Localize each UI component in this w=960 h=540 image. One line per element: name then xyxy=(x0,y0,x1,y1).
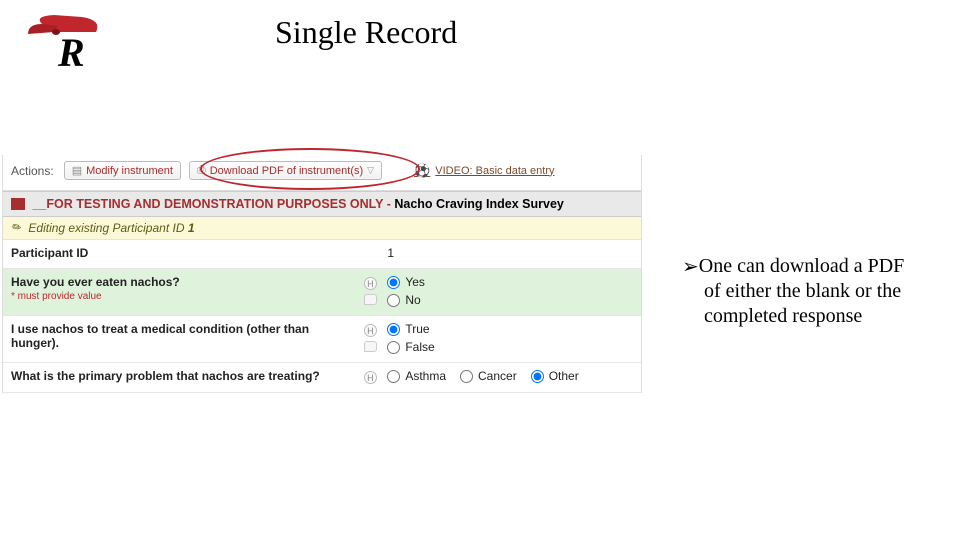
editing-id: 1 xyxy=(188,221,195,235)
chevron-down-icon: ▽ xyxy=(367,165,374,176)
radio-input[interactable] xyxy=(387,294,400,307)
form-header: __FOR TESTING AND DEMONSTRATION PURPOSES… xyxy=(3,191,641,217)
question-label: I use nachos to treat a medical conditio… xyxy=(11,322,359,350)
note-line-3: completed response xyxy=(704,305,862,327)
download-pdf-button[interactable]: ⎙ Download PDF of instrument(s) ▽ xyxy=(189,161,382,180)
status-bar-icon xyxy=(11,198,25,210)
radio-label: Other xyxy=(549,369,579,383)
question-label: What is the primary problem that nachos … xyxy=(11,369,359,383)
comment-icon[interactable] xyxy=(364,294,377,305)
button-text: Modify instrument xyxy=(86,165,173,177)
history-icon[interactable]: H xyxy=(364,277,377,290)
history-icon[interactable]: H xyxy=(364,371,377,384)
radio-true[interactable]: True xyxy=(387,322,633,336)
radio-label: Yes xyxy=(405,275,425,289)
radio-other[interactable]: Other xyxy=(531,369,579,383)
radio-input[interactable] xyxy=(531,370,544,383)
radio-input[interactable] xyxy=(387,276,400,289)
bullet-arrow-icon: ➢ xyxy=(682,255,699,280)
radio-cancer[interactable]: Cancer xyxy=(460,369,517,383)
page-edit-icon: ▤ xyxy=(72,164,82,177)
participant-id-value: 1 xyxy=(387,246,633,260)
pdf-icon: ⎙ xyxy=(197,164,206,177)
radio-no[interactable]: No xyxy=(387,293,633,307)
link-text: VIDEO: Basic data entry xyxy=(435,165,554,177)
button-text: Download PDF of instrument(s) xyxy=(210,165,363,177)
video-link[interactable]: ⚽ VIDEO: Basic data entry xyxy=(414,163,554,179)
editing-text: Editing existing Participant ID xyxy=(28,221,187,235)
svg-text:R: R xyxy=(57,30,85,70)
note-line-1: One can download a PDF xyxy=(699,255,905,277)
pencil-icon: ✎ xyxy=(8,219,25,236)
radio-input[interactable] xyxy=(387,370,400,383)
question-row-pid: Participant ID 1 xyxy=(3,240,641,269)
form-panel: Actions: ▤ Modify instrument ⎙ Download … xyxy=(2,155,642,393)
question-row-eaten: Have you ever eaten nachos? * must provi… xyxy=(3,269,641,316)
history-icon[interactable]: H xyxy=(364,324,377,337)
question-label: Participant ID xyxy=(11,246,359,260)
comment-icon[interactable] xyxy=(364,341,377,352)
question-row-medical: I use nachos to treat a medical conditio… xyxy=(3,316,641,363)
editing-banner: ✎ Editing existing Participant ID 1 xyxy=(3,217,641,240)
radio-label: True xyxy=(405,322,429,336)
logo: R xyxy=(24,10,114,70)
side-note: ➢One can download a PDF of either the bl… xyxy=(682,254,942,329)
actions-bar: Actions: ▤ Modify instrument ⎙ Download … xyxy=(3,155,641,191)
radio-input[interactable] xyxy=(460,370,473,383)
form-header-black: Nacho Craving Index Survey xyxy=(394,197,564,211)
radio-false[interactable]: False xyxy=(387,340,633,354)
radio-label: Asthma xyxy=(405,369,446,383)
radio-input[interactable] xyxy=(387,323,400,336)
form-header-red: __FOR TESTING AND DEMONSTRATION PURPOSES… xyxy=(32,197,394,211)
radio-label: No xyxy=(405,293,420,307)
radio-label: False xyxy=(405,340,434,354)
video-icon: ⚽ xyxy=(414,163,430,179)
page-title: Single Record xyxy=(275,14,457,51)
modify-instrument-button[interactable]: ▤ Modify instrument xyxy=(64,161,181,180)
radio-input[interactable] xyxy=(387,341,400,354)
question-row-problem: What is the primary problem that nachos … xyxy=(3,363,641,393)
required-note: * must provide value xyxy=(11,291,359,302)
question-label: Have you ever eaten nachos? xyxy=(11,275,180,289)
radio-yes[interactable]: Yes xyxy=(387,275,633,289)
actions-label: Actions: xyxy=(11,164,54,178)
radio-label: Cancer xyxy=(478,369,517,383)
radio-asthma[interactable]: Asthma xyxy=(387,369,446,383)
note-line-2: of either the blank or the xyxy=(704,280,901,302)
